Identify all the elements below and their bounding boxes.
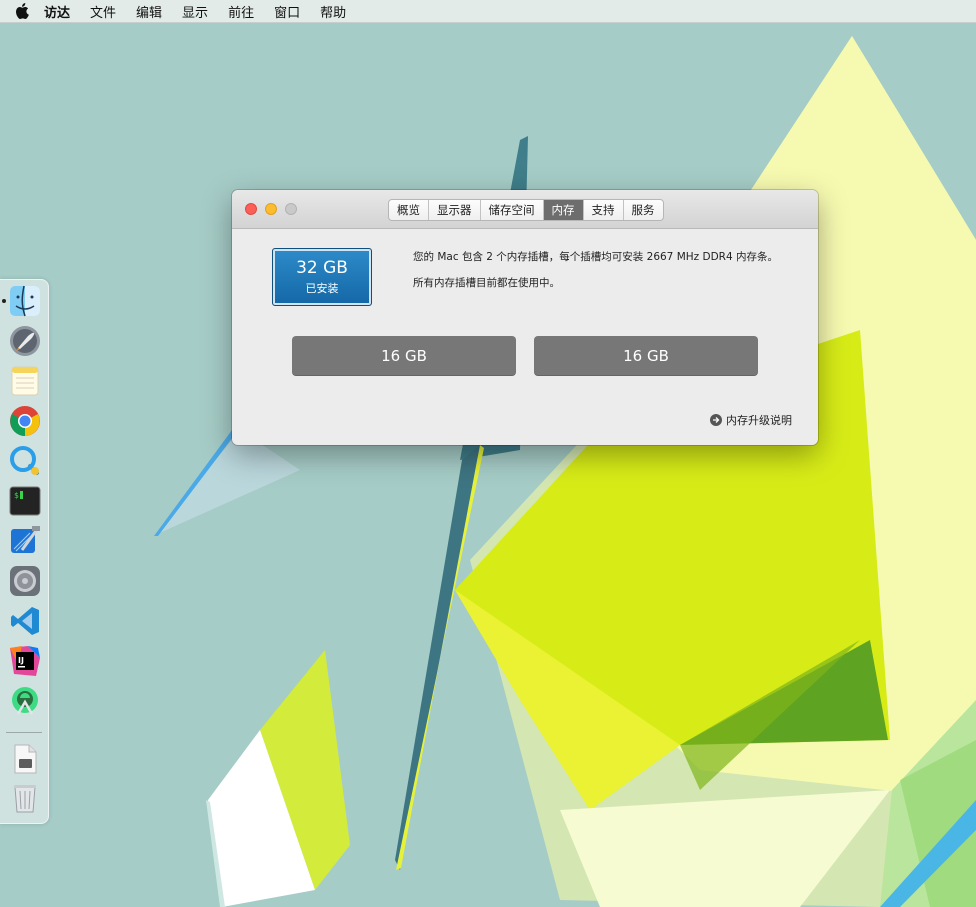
document-icon[interactable] <box>8 742 42 776</box>
dock: $ IJ <box>0 279 49 824</box>
close-button[interactable] <box>245 203 257 215</box>
window-titlebar[interactable]: 概览 显示器 储存空间 内存 支持 服务 <box>232 190 818 229</box>
tab-overview[interactable]: 概览 <box>389 200 429 220</box>
tab-service[interactable]: 服务 <box>624 200 663 220</box>
tab-memory[interactable]: 内存 <box>543 200 584 220</box>
memory-slot-2: 16 GB <box>534 336 758 376</box>
menu-view[interactable]: 显示 <box>182 2 208 21</box>
menu-file[interactable]: 文件 <box>90 2 116 21</box>
xcode-icon[interactable] <box>8 524 42 558</box>
tab-support[interactable]: 支持 <box>584 200 624 220</box>
tab-displays[interactable]: 显示器 <box>429 200 481 220</box>
memory-status: 已安装 <box>305 282 339 295</box>
tab-storage[interactable]: 储存空间 <box>481 200 544 220</box>
chrome-icon[interactable] <box>8 404 42 438</box>
menu-window[interactable]: 窗口 <box>274 2 300 21</box>
zoom-button[interactable] <box>285 203 297 215</box>
apple-logo-icon <box>16 3 29 19</box>
menu-go[interactable]: 前往 <box>228 2 254 21</box>
menu-bar: 访达 文件 编辑 显示 前往 窗口 帮助 <box>0 0 976 23</box>
menu-edit[interactable]: 编辑 <box>136 2 162 21</box>
terminal-icon[interactable]: $ <box>8 484 42 518</box>
svg-text:IJ: IJ <box>18 656 24 665</box>
notes-icon[interactable] <box>8 364 42 398</box>
apple-menu[interactable] <box>0 3 44 19</box>
svg-text:$: $ <box>14 491 19 500</box>
memory-total: 32 GB <box>296 258 348 278</box>
segmented-tabs: 概览 显示器 储存空间 内存 支持 服务 <box>388 199 664 221</box>
memory-description: 您的 Mac 包含 2 个内存插槽，每个插槽均可安装 2667 MHz DDR4… <box>413 251 778 263</box>
minimize-button[interactable] <box>265 203 277 215</box>
memory-upgrade-link[interactable]: 内存升级说明 <box>710 412 792 428</box>
vscode-icon[interactable] <box>8 604 42 638</box>
system-preferences-icon[interactable] <box>8 564 42 598</box>
menu-finder[interactable]: 访达 <box>44 2 70 21</box>
intellij-idea-icon[interactable]: IJ <box>8 644 42 678</box>
memory-usage-note: 所有内存插槽目前都在使用中。 <box>413 277 560 289</box>
finder-icon[interactable] <box>8 284 42 318</box>
dock-separator <box>6 732 42 733</box>
memory-slot-1: 16 GB <box>292 336 516 376</box>
android-studio-icon[interactable] <box>8 684 42 718</box>
arrow-circle-icon <box>710 414 722 426</box>
quicktime-icon[interactable] <box>8 444 42 478</box>
menu-help[interactable]: 帮助 <box>320 2 346 21</box>
running-indicator <box>2 299 6 303</box>
memory-upgrade-label: 内存升级说明 <box>726 414 792 427</box>
about-this-mac-window: 概览 显示器 储存空间 内存 支持 服务 32 GB 已安装 您的 Mac 包含… <box>232 190 818 445</box>
desktop-wallpaper <box>0 0 976 907</box>
memory-total-badge: 32 GB 已安装 <box>272 248 372 306</box>
trash-icon[interactable] <box>8 780 42 814</box>
launchpad-icon[interactable] <box>8 324 42 358</box>
